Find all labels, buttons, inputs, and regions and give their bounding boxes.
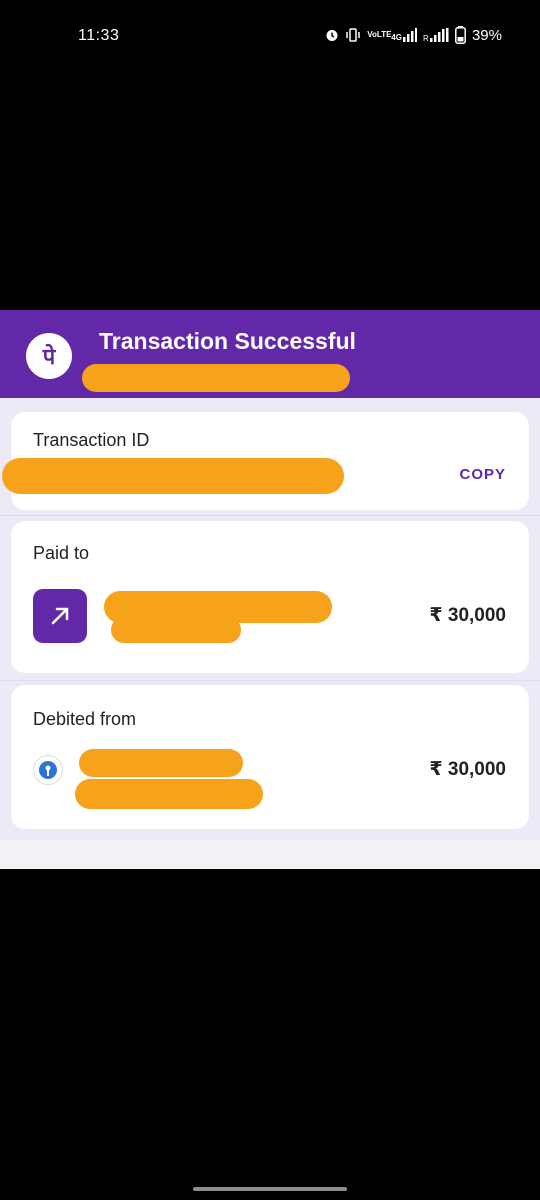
success-header: पे Transaction Successful bbox=[0, 310, 540, 398]
arrow-up-right-icon bbox=[33, 589, 87, 643]
network-label: 4G bbox=[391, 33, 402, 42]
bottom-strip bbox=[0, 840, 540, 869]
redacted-text bbox=[82, 364, 350, 392]
transaction-screen: पे Transaction Successful Transaction ID… bbox=[0, 310, 540, 869]
redacted-payee bbox=[111, 617, 241, 643]
vibrate-icon bbox=[345, 28, 361, 42]
copy-button[interactable]: COPY bbox=[459, 466, 506, 483]
redacted-account bbox=[79, 749, 243, 777]
volte-icon: VoLTE bbox=[367, 30, 392, 39]
svg-text:R: R bbox=[423, 34, 429, 42]
logo-glyph: पे bbox=[42, 345, 56, 370]
bank-icon bbox=[33, 755, 63, 785]
debited-from-label: Debited from bbox=[33, 709, 137, 729]
divider bbox=[0, 680, 540, 681]
status-time: 11:33 bbox=[78, 27, 120, 44]
redacted-transaction-id bbox=[2, 458, 344, 494]
signal-4g-icon: 4G bbox=[391, 28, 417, 42]
paid-to-label: Paid to bbox=[33, 543, 90, 563]
home-indicator[interactable] bbox=[193, 1187, 347, 1191]
battery-percent: 39% bbox=[471, 26, 502, 44]
battery-icon bbox=[455, 26, 466, 44]
status-icons: VoLTE 4G R 39% bbox=[325, 26, 502, 44]
signal-icon: R bbox=[423, 28, 449, 42]
page-title: Transaction Successful bbox=[99, 328, 356, 354]
transaction-id-card: Transaction ID COPY bbox=[2, 412, 529, 510]
divider bbox=[0, 515, 540, 516]
status-bar: 11:33 VoLTE 4G R 39% bbox=[0, 0, 540, 72]
paid-to-card: Paid to ₹ 30,000 bbox=[11, 521, 529, 673]
phonepe-logo: पे bbox=[26, 333, 72, 379]
alarm-icon bbox=[325, 28, 339, 42]
paid-amount: ₹ 30,000 bbox=[429, 605, 506, 626]
debited-amount: ₹ 30,000 bbox=[429, 759, 506, 780]
transaction-id-label: Transaction ID bbox=[33, 430, 150, 450]
debited-from-card: Debited from ₹ 30,000 bbox=[11, 685, 529, 829]
redacted-account bbox=[75, 779, 263, 809]
